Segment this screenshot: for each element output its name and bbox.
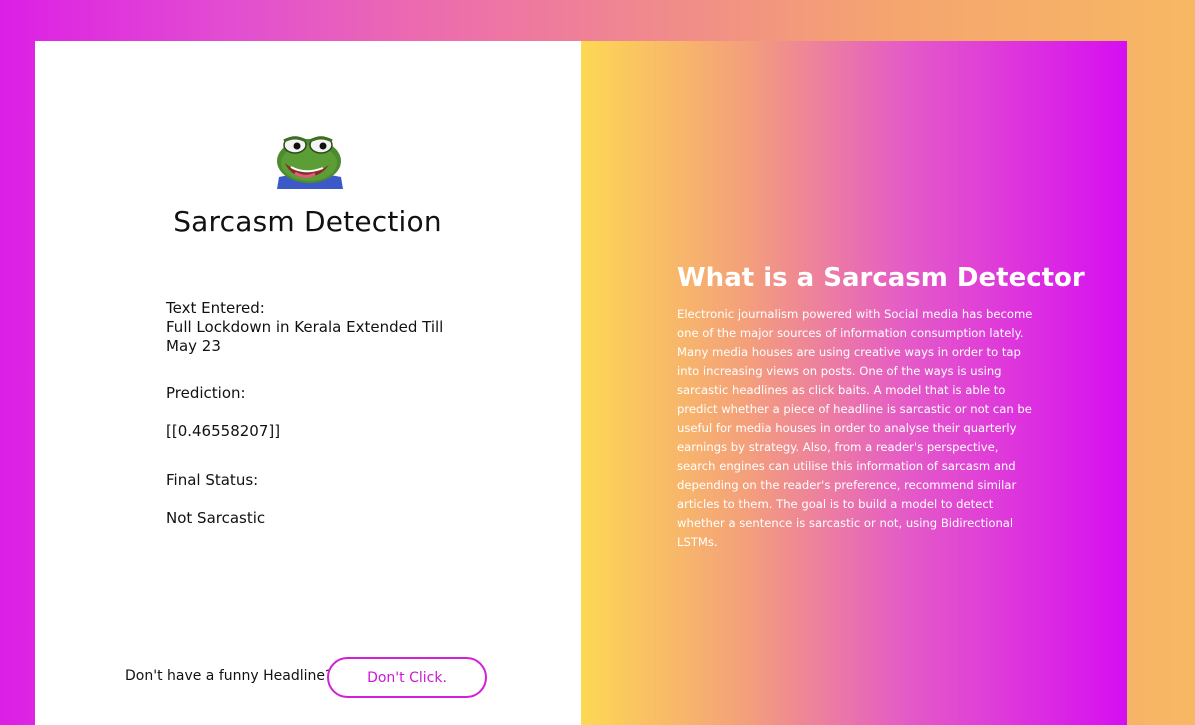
pepe-frog-logo (275, 129, 343, 189)
page-title: Sarcasm Detection (173, 205, 442, 238)
main-card: Sarcasm Detection Text Entered: Full Loc… (35, 41, 1127, 725)
text-entered-value: Full Lockdown in Kerala Extended Till Ma… (166, 318, 444, 355)
info-panel: What is a Sarcasm Detector Electronic jo… (581, 41, 1127, 725)
footer-prompt: Don't have a funny Headline? (125, 668, 333, 684)
dont-click-button[interactable]: Don't Click. (327, 657, 487, 698)
result-panel: Sarcasm Detection Text Entered: Full Loc… (35, 41, 581, 725)
prediction-value: [[0.46558207]] (166, 422, 281, 440)
final-status-label: Final Status: (166, 471, 259, 489)
info-description: Electronic journalism powered with Socia… (677, 307, 1033, 549)
final-status-block: Final Status: Not Sarcastic (166, 471, 466, 528)
prediction-label: Prediction: (166, 384, 246, 402)
info-title: What is a Sarcasm Detector (677, 263, 1085, 293)
final-status-value: Not Sarcastic (166, 509, 266, 527)
text-entered-label: Text Entered: (166, 299, 265, 317)
prediction-block: Prediction: [[0.46558207]] (166, 384, 466, 441)
text-entered-block: Text Entered: Full Lockdown in Kerala Ex… (166, 299, 466, 356)
result-section: Text Entered: Full Lockdown in Kerala Ex… (166, 299, 466, 528)
